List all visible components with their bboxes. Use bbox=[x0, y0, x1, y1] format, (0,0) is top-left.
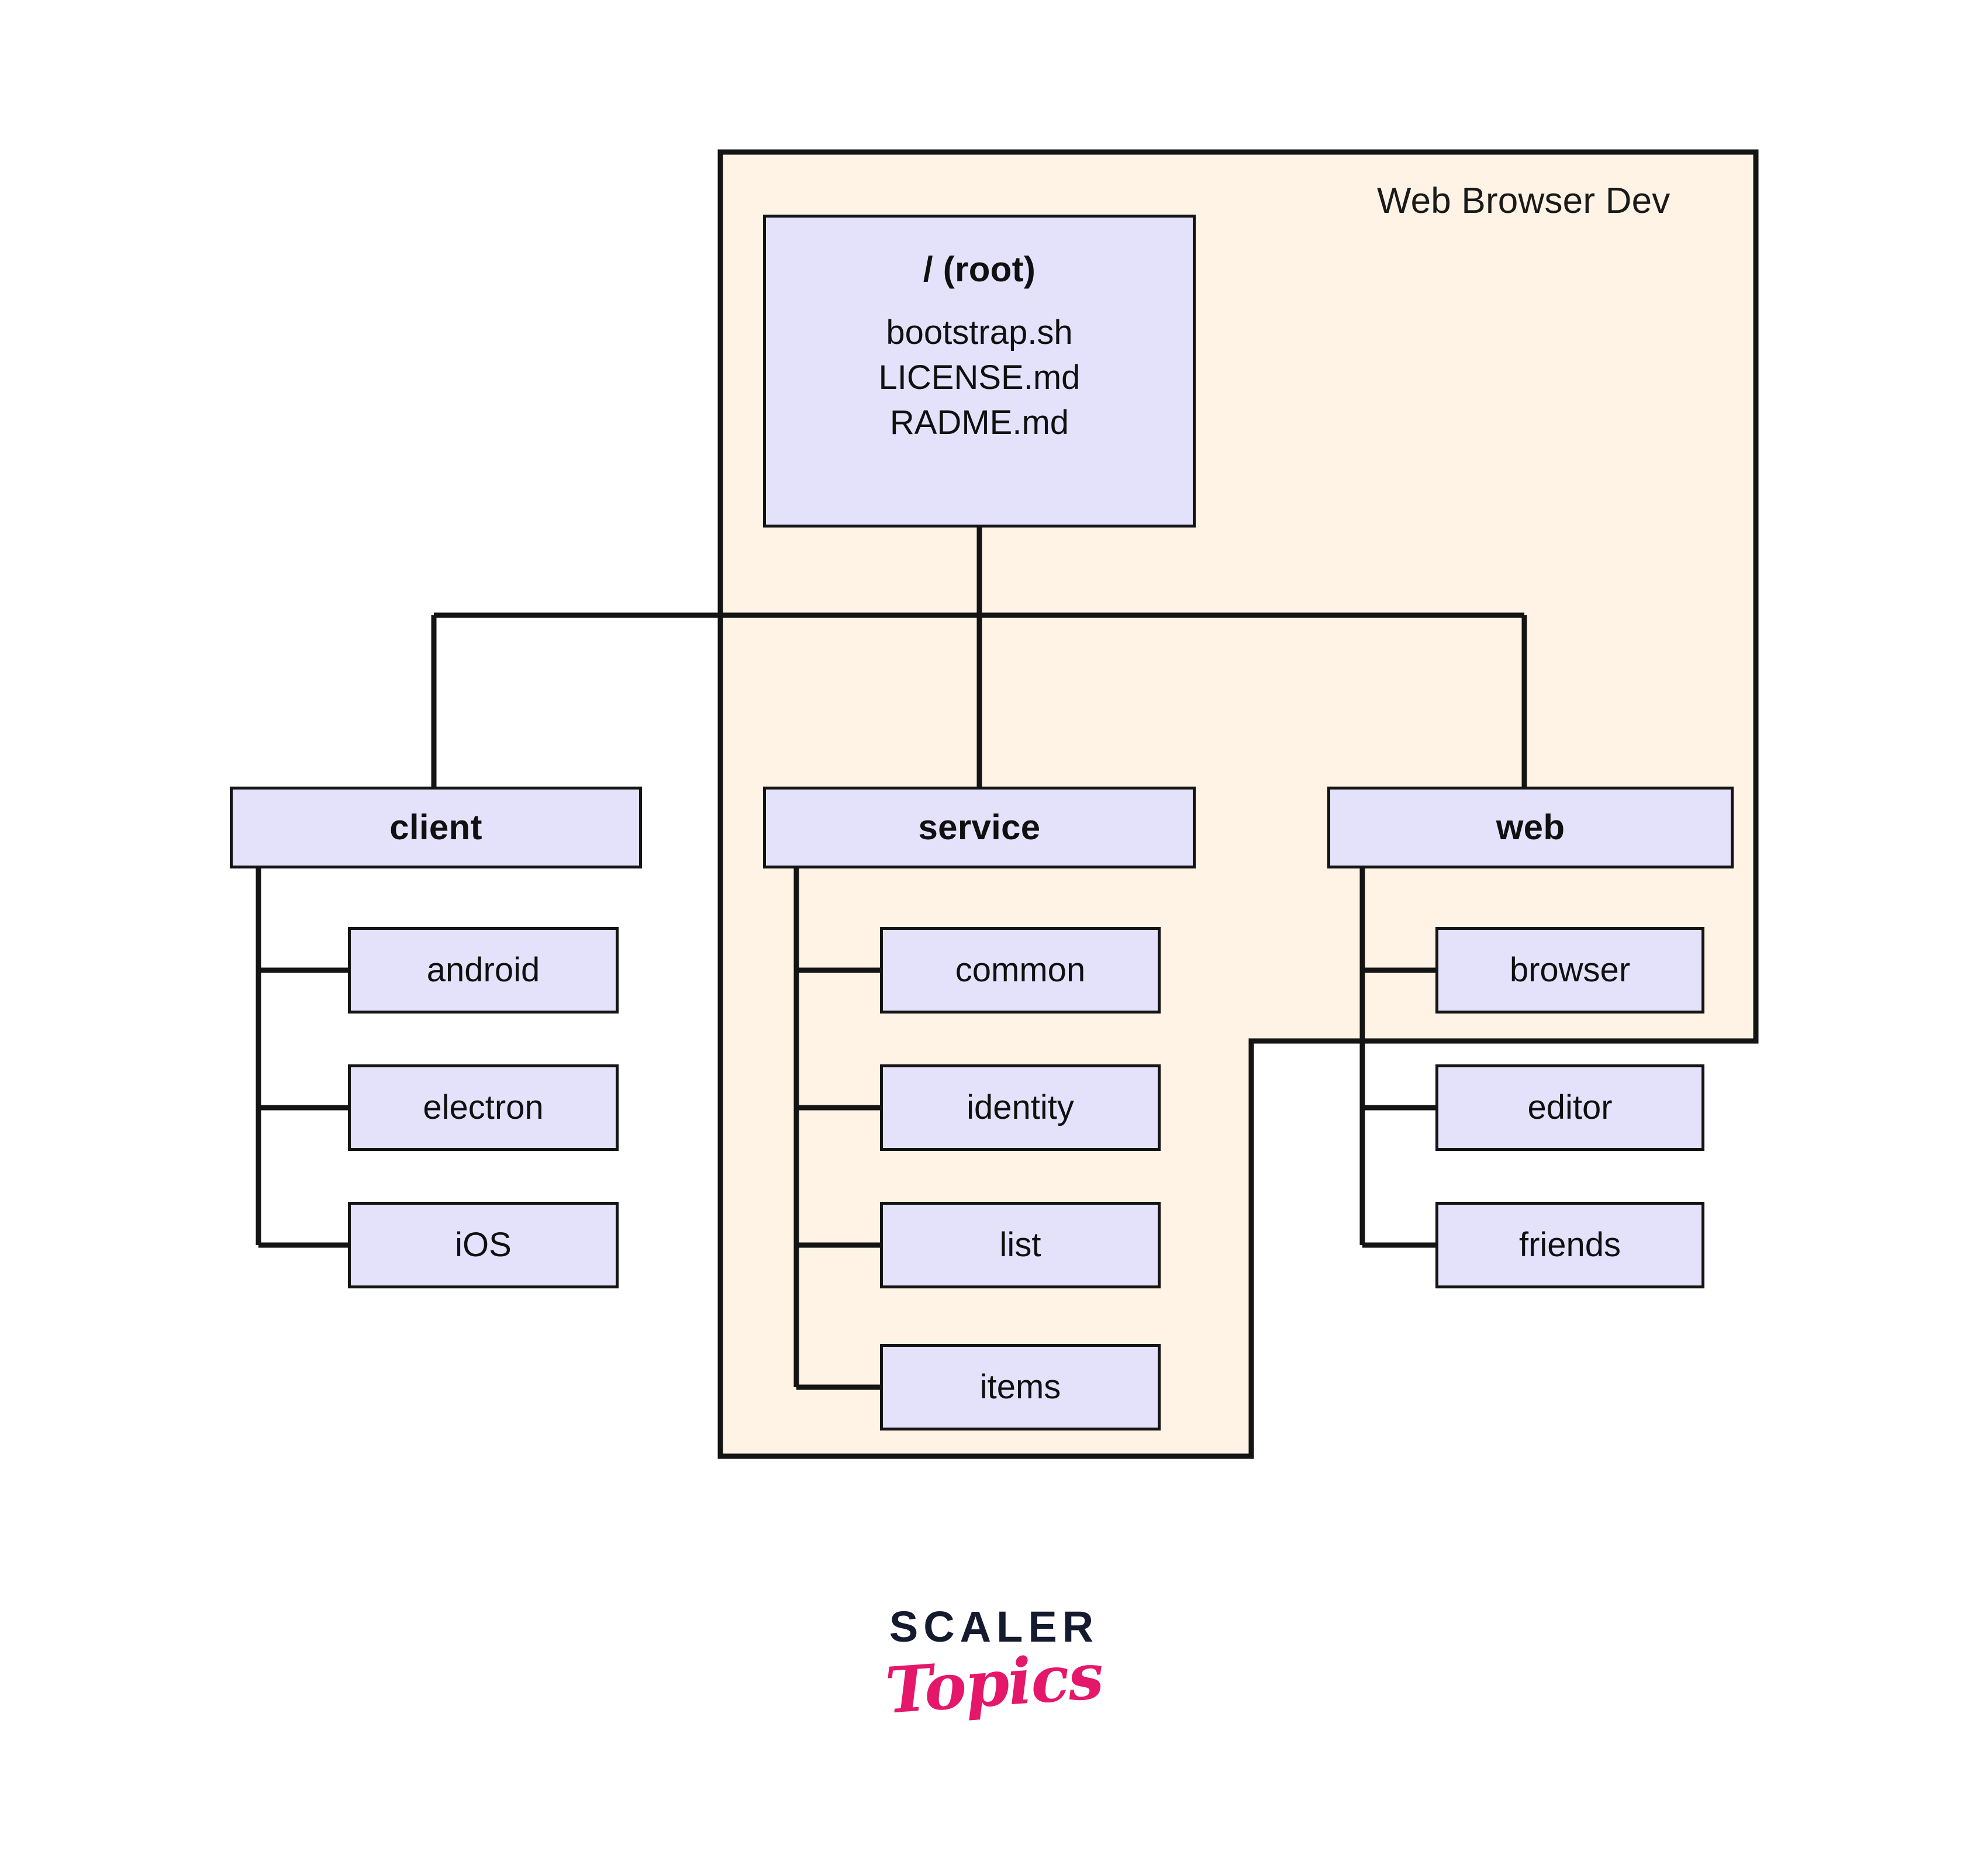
node-ios[interactable]: iOS bbox=[348, 1202, 619, 1288]
root-file-0: bootstrap.sh bbox=[886, 313, 1073, 351]
node-editor[interactable]: editor bbox=[1435, 1064, 1704, 1151]
node-web-label: web bbox=[1496, 808, 1565, 847]
root-file-2: RADME.md bbox=[889, 404, 1069, 442]
node-web[interactable]: web bbox=[1327, 787, 1734, 868]
node-browser[interactable]: browser bbox=[1435, 927, 1704, 1014]
node-list[interactable]: list bbox=[880, 1202, 1161, 1288]
node-common[interactable]: common bbox=[880, 927, 1161, 1014]
node-electron[interactable]: electron bbox=[348, 1064, 619, 1151]
node-client-label: client bbox=[389, 808, 482, 847]
node-android[interactable]: android bbox=[348, 927, 619, 1014]
node-friends[interactable]: friends bbox=[1435, 1202, 1704, 1288]
node-android-label: android bbox=[426, 951, 540, 990]
node-root-files: bootstrap.sh LICENSE.md RADME.md bbox=[879, 310, 1081, 445]
node-client[interactable]: client bbox=[230, 787, 642, 868]
scaler-topics-logo: SCALER Topics bbox=[0, 1605, 1988, 1728]
node-electron-label: electron bbox=[423, 1088, 544, 1127]
node-service[interactable]: service bbox=[763, 787, 1196, 868]
diagram-canvas: Web Browser Dev / (root) bootstrap.sh LI… bbox=[0, 0, 1988, 1858]
node-common-label: common bbox=[955, 951, 1086, 990]
node-identity-label: identity bbox=[967, 1088, 1074, 1127]
node-identity[interactable]: identity bbox=[880, 1064, 1161, 1151]
node-ios-label: iOS bbox=[455, 1226, 512, 1264]
root-file-1: LICENSE.md bbox=[878, 358, 1081, 397]
node-service-label: service bbox=[918, 808, 1041, 847]
node-root[interactable]: / (root) bootstrap.sh LICENSE.md RADME.m… bbox=[763, 215, 1196, 528]
node-items[interactable]: items bbox=[880, 1344, 1161, 1430]
node-editor-label: editor bbox=[1527, 1088, 1613, 1127]
node-items-label: items bbox=[979, 1368, 1061, 1407]
node-browser-label: browser bbox=[1509, 951, 1631, 990]
node-root-title: / (root) bbox=[923, 250, 1036, 289]
node-friends-label: friends bbox=[1518, 1226, 1621, 1264]
node-list-label: list bbox=[999, 1226, 1041, 1264]
